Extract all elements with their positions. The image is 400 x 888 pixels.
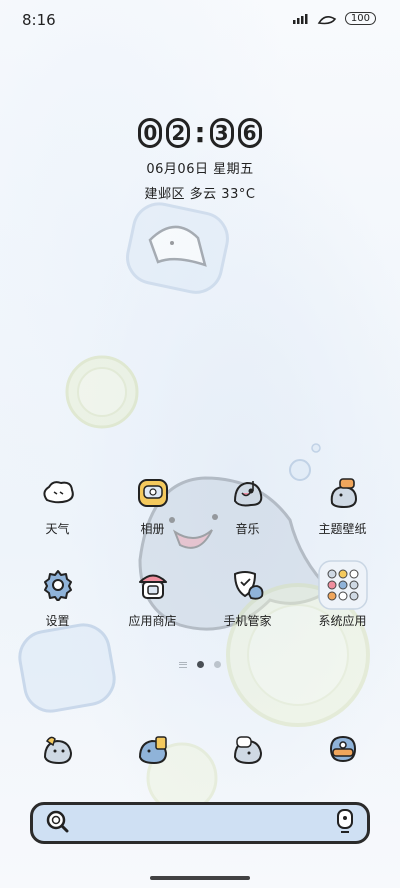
clock-digit: 2 [166, 118, 191, 148]
search-bar[interactable] [30, 802, 370, 844]
gallery-icon [134, 474, 172, 512]
dock-contacts[interactable] [105, 730, 200, 770]
dock-phone[interactable] [10, 730, 105, 770]
page-dot[interactable] [214, 661, 221, 668]
clock-widget[interactable]: 0 2 : 3 6 06月06日 星期五 建邺区 多云 33°C [0, 118, 400, 202]
shield-seal-icon [229, 566, 267, 604]
battery-indicator: 100 [344, 12, 376, 25]
app-themes[interactable]: 主题壁纸 [295, 474, 390, 566]
bubble-decoration [311, 443, 321, 453]
clock-digit: 0 [138, 118, 163, 148]
mic-icon[interactable] [335, 808, 355, 838]
messages-seal-icon [229, 730, 267, 768]
app-label: 应用商店 [128, 614, 177, 628]
clock-digit: 3 [209, 118, 234, 148]
app-store-house-icon [134, 566, 172, 604]
dock-camera[interactable] [295, 730, 390, 770]
app-label: 设置 [45, 614, 70, 628]
app-label: 相册 [140, 522, 165, 536]
app-music[interactable]: 音乐 [200, 474, 295, 566]
status-time: 8:16 [22, 11, 56, 29]
theme-seal-icon [324, 474, 362, 512]
phone-seal-icon [39, 730, 77, 768]
dock-messages[interactable] [200, 730, 295, 770]
status-icons: 100 [292, 12, 376, 25]
folder-icon [317, 560, 368, 610]
app-grid: 天气 相册 音乐 主题壁纸 设置 应用商店 手机管家 系统应用 [10, 474, 390, 658]
app-label: 音乐 [235, 522, 260, 536]
search-icon[interactable] [45, 809, 69, 837]
weather-cloud-icon [39, 474, 77, 512]
wifi-seal-icon [317, 15, 337, 24]
app-label: 主题壁纸 [318, 522, 367, 536]
clock-date: 06月06日 星期五 [146, 162, 254, 177]
music-seal-icon [229, 474, 267, 512]
gear-icon [39, 566, 77, 604]
page-indicator[interactable] [0, 661, 400, 668]
app-gallery[interactable]: 相册 [105, 474, 200, 566]
app-label: 天气 [45, 522, 70, 536]
clock-colon: : [194, 116, 206, 149]
lemon-slice-decoration [65, 355, 139, 429]
app-security[interactable]: 手机管家 [200, 566, 295, 658]
page-dot-active[interactable] [197, 661, 204, 668]
gesture-bar[interactable] [150, 876, 250, 880]
dock [10, 730, 390, 770]
app-weather[interactable]: 天气 [10, 474, 105, 566]
clock-weather: 建邺区 多云 33°C [144, 187, 256, 202]
feed-page-icon[interactable] [179, 661, 187, 668]
app-label: 系统应用 [318, 614, 367, 628]
app-folder-system[interactable]: 系统应用 [295, 560, 390, 658]
camera-icon [324, 730, 362, 768]
signal-icon [292, 13, 308, 24]
app-settings[interactable]: 设置 [10, 566, 105, 658]
clock-digit: 6 [237, 118, 262, 148]
app-store[interactable]: 应用商店 [105, 566, 200, 658]
contacts-seal-icon [134, 730, 172, 768]
ice-cube-decoration [126, 202, 229, 294]
clock-time: 0 2 : 3 6 [0, 118, 400, 148]
app-label: 手机管家 [223, 614, 272, 628]
status-bar: 8:16 100 [0, 0, 400, 40]
